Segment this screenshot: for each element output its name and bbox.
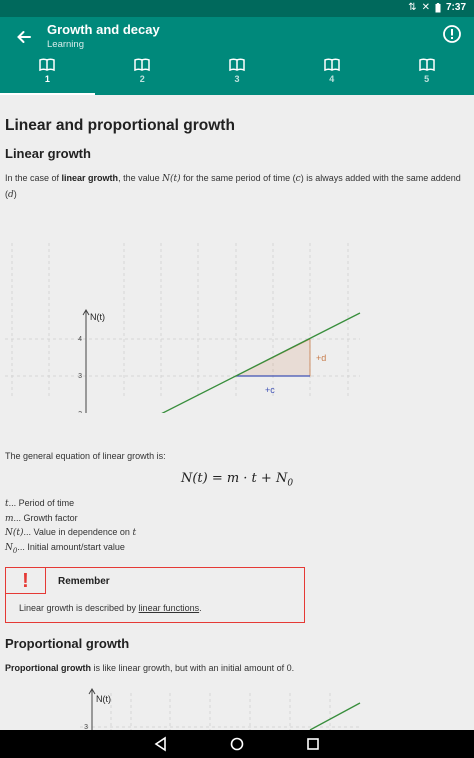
definition-m: m... Growth factor [5, 512, 78, 524]
y-axis-label: N(t) [90, 312, 105, 322]
status-icons: ⇅ ✕ 7:37 [408, 2, 466, 13]
no-signal-icon: ✕ [421, 2, 430, 13]
variable-definitions: t... Period of time m... Growth factor N… [5, 497, 136, 558]
grid [5, 243, 360, 398]
y-axis-label: N(t) [96, 694, 111, 704]
nav-home-icon[interactable] [229, 736, 245, 752]
tab-2-label: 2 [139, 74, 145, 84]
remember-text: Linear growth is described by linear fun… [19, 603, 202, 613]
proportional-intro-text: Proportional growth is like linear growt… [5, 663, 295, 673]
proportional-growth-graph: N(t) 3 [80, 688, 361, 730]
definition-t: t... Period of time [5, 498, 75, 509]
y-tick-labels: 0 1 2 3 4 [78, 336, 82, 413]
linear-growth-equation: N(t) = m · t + N0 [180, 471, 294, 489]
section-title-linear: Linear growth [5, 146, 91, 161]
book-icon [418, 58, 435, 72]
exclamation-icon: ! [6, 568, 46, 594]
status-bar: ⇅ ✕ 7:37 [0, 0, 474, 17]
plus-d-label-2: +d [316, 353, 326, 363]
app-title: Growth and decay [47, 22, 160, 37]
linear-intro-text: In the case of linear growth, the value … [5, 173, 461, 200]
tab-4-label: 4 [329, 74, 335, 84]
tab-4[interactable]: 4 [284, 57, 379, 95]
nav-recents-icon[interactable] [305, 736, 321, 752]
book-icon [229, 58, 245, 72]
tab-1[interactable]: 1 [0, 57, 95, 95]
y-tick-label: 2 [78, 411, 82, 413]
tab-2[interactable]: 2 [95, 57, 190, 95]
battery-icon [435, 2, 441, 12]
tab-5[interactable]: 5 [379, 57, 474, 95]
tab-bar: 1 2 3 4 5 [0, 57, 474, 95]
app-subtitle: Learning [47, 39, 84, 50]
growth-line [309, 702, 361, 730]
data-arrows-icon: ⇅ [408, 2, 417, 13]
y-tick-label: 4 [78, 336, 82, 343]
equation-intro-text: The general equation of linear growth is… [5, 451, 166, 461]
tab-5-label: 5 [424, 74, 430, 84]
back-arrow-icon[interactable] [14, 27, 34, 47]
lesson-content[interactable]: Linear and proportional growth Linear gr… [0, 95, 474, 730]
remember-title: Remember [58, 576, 110, 587]
nav-back-icon[interactable] [153, 736, 169, 752]
plus-c-label-2: +c [265, 385, 275, 395]
app-bar: Growth and decay Learning 1 2 3 4 5 [0, 17, 474, 95]
linear-functions-link[interactable]: linear functions [139, 603, 200, 613]
tab-1-label: 1 [44, 74, 50, 84]
tab-3-label: 3 [234, 74, 240, 84]
info-icon[interactable] [442, 24, 462, 44]
definition-n0: N0... Initial amount/start value [5, 541, 125, 555]
linear-growth-graph: N(t) t -2 -1 0 1 2 3 4 5 6 7 0 1 2 3 4 N… [5, 243, 361, 413]
remember-box: ! Remember Linear growth is described by… [5, 567, 305, 623]
book-icon [134, 58, 150, 72]
system-nav-bar [0, 730, 474, 758]
definition-nt: N(t)... Value in dependence on t [5, 527, 137, 538]
tab-3[interactable]: 3 [190, 57, 285, 95]
book-icon [39, 58, 56, 72]
book-icon [324, 58, 340, 72]
status-time: 7:37 [445, 2, 466, 13]
page-title: Linear and proportional growth [5, 117, 235, 134]
y-tick-label: 3 [78, 373, 82, 380]
section-title-proportional: Proportional growth [5, 636, 130, 651]
